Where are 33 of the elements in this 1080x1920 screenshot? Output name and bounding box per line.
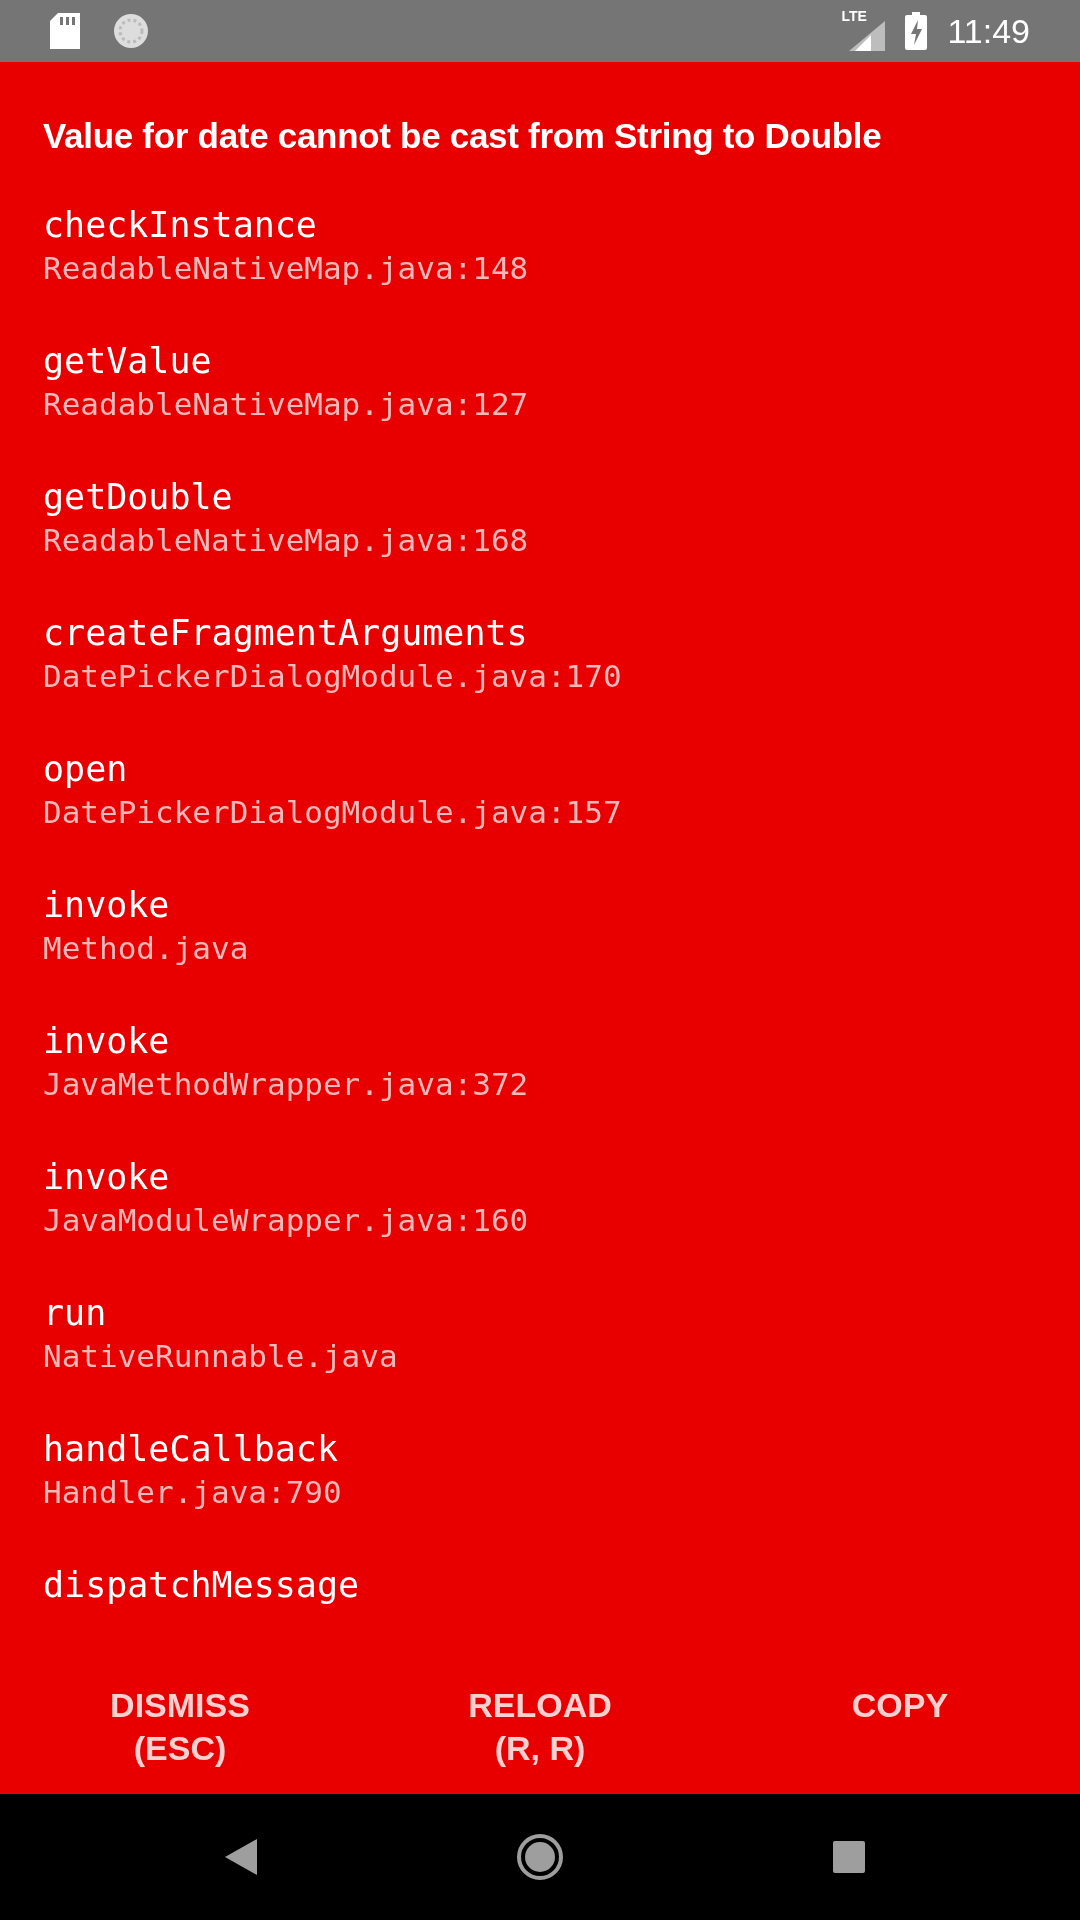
file-location: ReadableNativeMap.java:168 <box>43 521 529 560</box>
network-type: LTE <box>841 9 867 23</box>
action-button[interactable]: RELOAD (R, R) <box>468 1684 612 1770</box>
file-location: ReadableNativeMap.java:127 <box>43 385 529 424</box>
method-name: invoke <box>43 884 170 927</box>
method-name: getValue <box>43 340 212 383</box>
loading-circle-icon <box>112 12 150 50</box>
file-location: NativeRunnable.java <box>43 1337 398 1376</box>
file-location: JavaMethodWrapper.java:372 <box>43 1065 529 1104</box>
file-location: ReadableNativeMap.java:148 <box>43 249 529 288</box>
error-title: Value for date cannot be cast from String to Double <box>43 115 883 157</box>
file-location: Method.java <box>43 929 249 968</box>
file-location: DatePickerDialogModule.java:170 <box>43 657 622 696</box>
method-name: invoke <box>43 1156 170 1199</box>
method-name: run <box>43 1292 107 1335</box>
file-location: JavaModuleWrapper.java:160 <box>43 1201 529 1240</box>
clock-time: 11:49 <box>947 14 1030 48</box>
home-icon[interactable] <box>516 1833 564 1881</box>
action-button[interactable]: DISMISS (ESC) <box>110 1684 250 1770</box>
back-icon[interactable] <box>225 1839 257 1875</box>
method-name: open <box>43 748 128 791</box>
file-location: Handler.java:790 <box>43 1473 342 1512</box>
file-location: DatePickerDialogModule.java:157 <box>43 793 622 832</box>
method-name: checkInstance <box>43 204 317 247</box>
sd-card-icon <box>50 13 80 49</box>
method-name: dispatchMessage <box>43 1564 360 1607</box>
signal-icon <box>849 21 886 51</box>
method-name: getDouble <box>43 476 233 519</box>
method-name: handleCallback <box>43 1428 338 1471</box>
method-name: invoke <box>43 1020 170 1063</box>
battery-charging-icon <box>905 12 928 50</box>
action-button[interactable]: COPY <box>851 1684 949 1727</box>
method-name: createFragmentArguments <box>43 612 528 655</box>
